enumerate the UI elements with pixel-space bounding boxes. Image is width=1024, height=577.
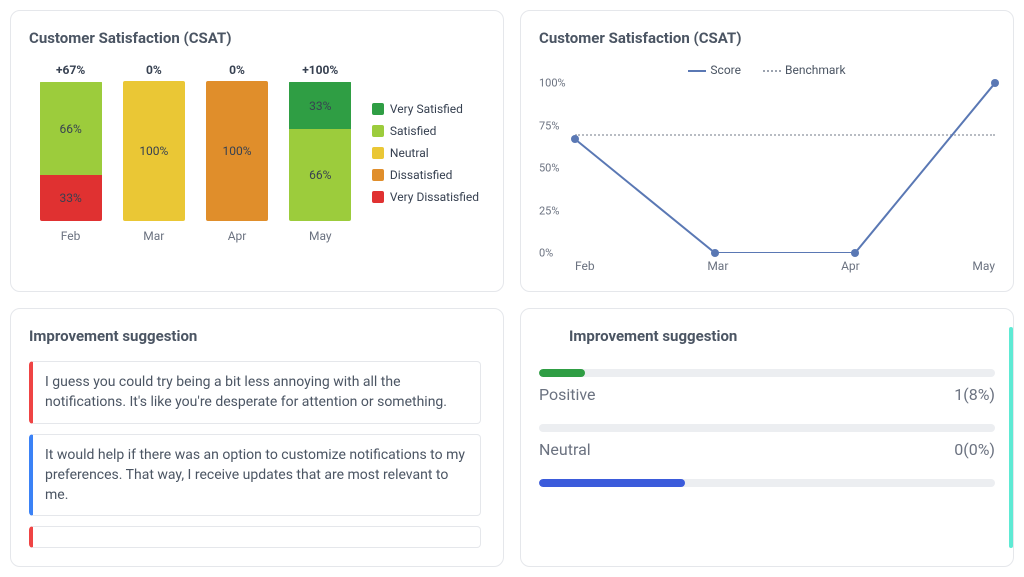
csat-line-plot: 0%25%50%75%100% bbox=[575, 83, 995, 253]
suggestion-item[interactable]: I guess you could try being a bit less a… bbox=[29, 361, 481, 424]
sentiment-title: Improvement suggestion bbox=[569, 327, 995, 345]
suggestion-list-card: Improvement suggestion I guess you could… bbox=[10, 308, 504, 567]
legend-swatch bbox=[372, 125, 384, 137]
csat-line-legend: Score Benchmark bbox=[539, 63, 995, 77]
bar-stack: 33%66% bbox=[40, 81, 102, 221]
bar-xlabel: Feb bbox=[61, 229, 81, 243]
legend-label: Very Satisfied bbox=[390, 102, 463, 116]
bar-xlabel: May bbox=[309, 229, 332, 243]
scroll-indicator bbox=[1009, 327, 1013, 548]
bar-column: 0% 100% Apr bbox=[202, 63, 272, 243]
bar-column: +100% 66%33% May bbox=[285, 63, 355, 243]
sentiment-label: Positive bbox=[539, 385, 596, 404]
csat-bar-card: Customer Satisfaction (CSAT) +67%33%66%F… bbox=[10, 10, 504, 292]
legend-label: Dissatisfied bbox=[390, 168, 453, 182]
legend-label: Neutral bbox=[390, 146, 429, 160]
legend-benchmark: Benchmark bbox=[763, 63, 846, 77]
line-icon bbox=[688, 70, 706, 72]
y-tick-label: 50% bbox=[539, 162, 559, 175]
sentiment-bar-fill bbox=[539, 479, 685, 487]
score-point bbox=[711, 249, 719, 257]
sentiment-value: 1(8%) bbox=[954, 385, 995, 404]
csat-line-xaxis: Feb Mar Apr May bbox=[575, 259, 995, 273]
y-tick-label: 0% bbox=[539, 247, 553, 260]
legend-item: Neutral bbox=[372, 146, 479, 160]
legend-label: Very Dissatisfied bbox=[390, 190, 479, 204]
suggestion-item[interactable] bbox=[29, 526, 481, 548]
bar-stack: 100% bbox=[206, 81, 268, 221]
sentiment-row: Neutral 0(0%) bbox=[539, 440, 995, 459]
legend-item: Very Dissatisfied bbox=[372, 190, 479, 204]
legend-swatch bbox=[372, 169, 384, 181]
x-tick-label: May bbox=[972, 259, 995, 273]
bar-top-label: 0% bbox=[146, 63, 162, 77]
dotted-line-icon bbox=[763, 70, 781, 72]
csat-bar-columns: +67%33%66%Feb0%100%Mar0%100%Apr+100%66%3… bbox=[29, 63, 362, 243]
suggestion-item[interactable]: It would help if there was an option to … bbox=[29, 434, 481, 517]
x-tick-label: Feb bbox=[575, 259, 595, 273]
legend-item: Dissatisfied bbox=[372, 168, 479, 182]
x-tick-label: Mar bbox=[707, 259, 728, 273]
score-point bbox=[991, 79, 999, 87]
sentiment-rows: Positive 1(8%) Neutral 0(0%) bbox=[539, 369, 995, 495]
bar-top-label: 0% bbox=[229, 63, 245, 77]
sentiment-bar-fill bbox=[539, 369, 585, 377]
sentiment-bar-track bbox=[539, 479, 995, 487]
bar-xlabel: Apr bbox=[228, 229, 247, 243]
score-line bbox=[575, 83, 995, 253]
suggestion-list-title: Improvement suggestion bbox=[29, 327, 485, 345]
suggestion-list[interactable]: I guess you could try being a bit less a… bbox=[29, 361, 485, 548]
bar-xlabel: Mar bbox=[143, 229, 164, 243]
bar-segment: 100% bbox=[123, 81, 185, 221]
csat-bar-legend: Very Satisfied Satisfied Neutral Dissatisfi… bbox=[372, 63, 485, 243]
csat-bar-area: +67%33%66%Feb0%100%Mar0%100%Apr+100%66%3… bbox=[29, 63, 485, 243]
y-tick-label: 25% bbox=[539, 204, 559, 217]
bar-column: +67% 33%66% Feb bbox=[36, 63, 106, 243]
bar-segment: 66% bbox=[289, 129, 351, 221]
csat-line-title: Customer Satisfaction (CSAT) bbox=[539, 29, 995, 47]
sentiment-row: Positive 1(8%) bbox=[539, 385, 995, 404]
legend-swatch bbox=[372, 191, 384, 203]
bar-segment: 66% bbox=[40, 82, 102, 174]
bar-stack: 100% bbox=[123, 81, 185, 221]
bar-segment: 100% bbox=[206, 81, 268, 221]
sentiment-value: 0(0%) bbox=[954, 440, 995, 459]
bar-stack: 66%33% bbox=[289, 81, 351, 221]
legend-item: Satisfied bbox=[372, 124, 479, 138]
legend-swatch bbox=[372, 103, 384, 115]
y-tick-label: 100% bbox=[539, 77, 566, 90]
x-tick-label: Apr bbox=[841, 259, 860, 273]
y-tick-label: 75% bbox=[539, 119, 559, 132]
bar-column: 0% 100% Mar bbox=[119, 63, 189, 243]
bar-top-label: +100% bbox=[302, 63, 338, 77]
sentiment-card: Improvement suggestion Positive 1(8%) Neut… bbox=[520, 308, 1014, 567]
sentiment-label: Neutral bbox=[539, 440, 591, 459]
legend-score: Score bbox=[688, 63, 741, 77]
bar-segment: 33% bbox=[289, 82, 351, 128]
legend-swatch bbox=[372, 147, 384, 159]
sentiment-bar-track bbox=[539, 424, 995, 432]
legend-label: Satisfied bbox=[390, 124, 436, 138]
csat-line-card: Customer Satisfaction (CSAT) Score Bench… bbox=[520, 10, 1014, 292]
bar-top-label: +67% bbox=[56, 63, 85, 77]
csat-bar-title: Customer Satisfaction (CSAT) bbox=[29, 29, 485, 47]
legend-item: Very Satisfied bbox=[372, 102, 479, 116]
score-point bbox=[851, 249, 859, 257]
bar-segment: 33% bbox=[40, 175, 102, 221]
sentiment-bar-track bbox=[539, 369, 995, 377]
